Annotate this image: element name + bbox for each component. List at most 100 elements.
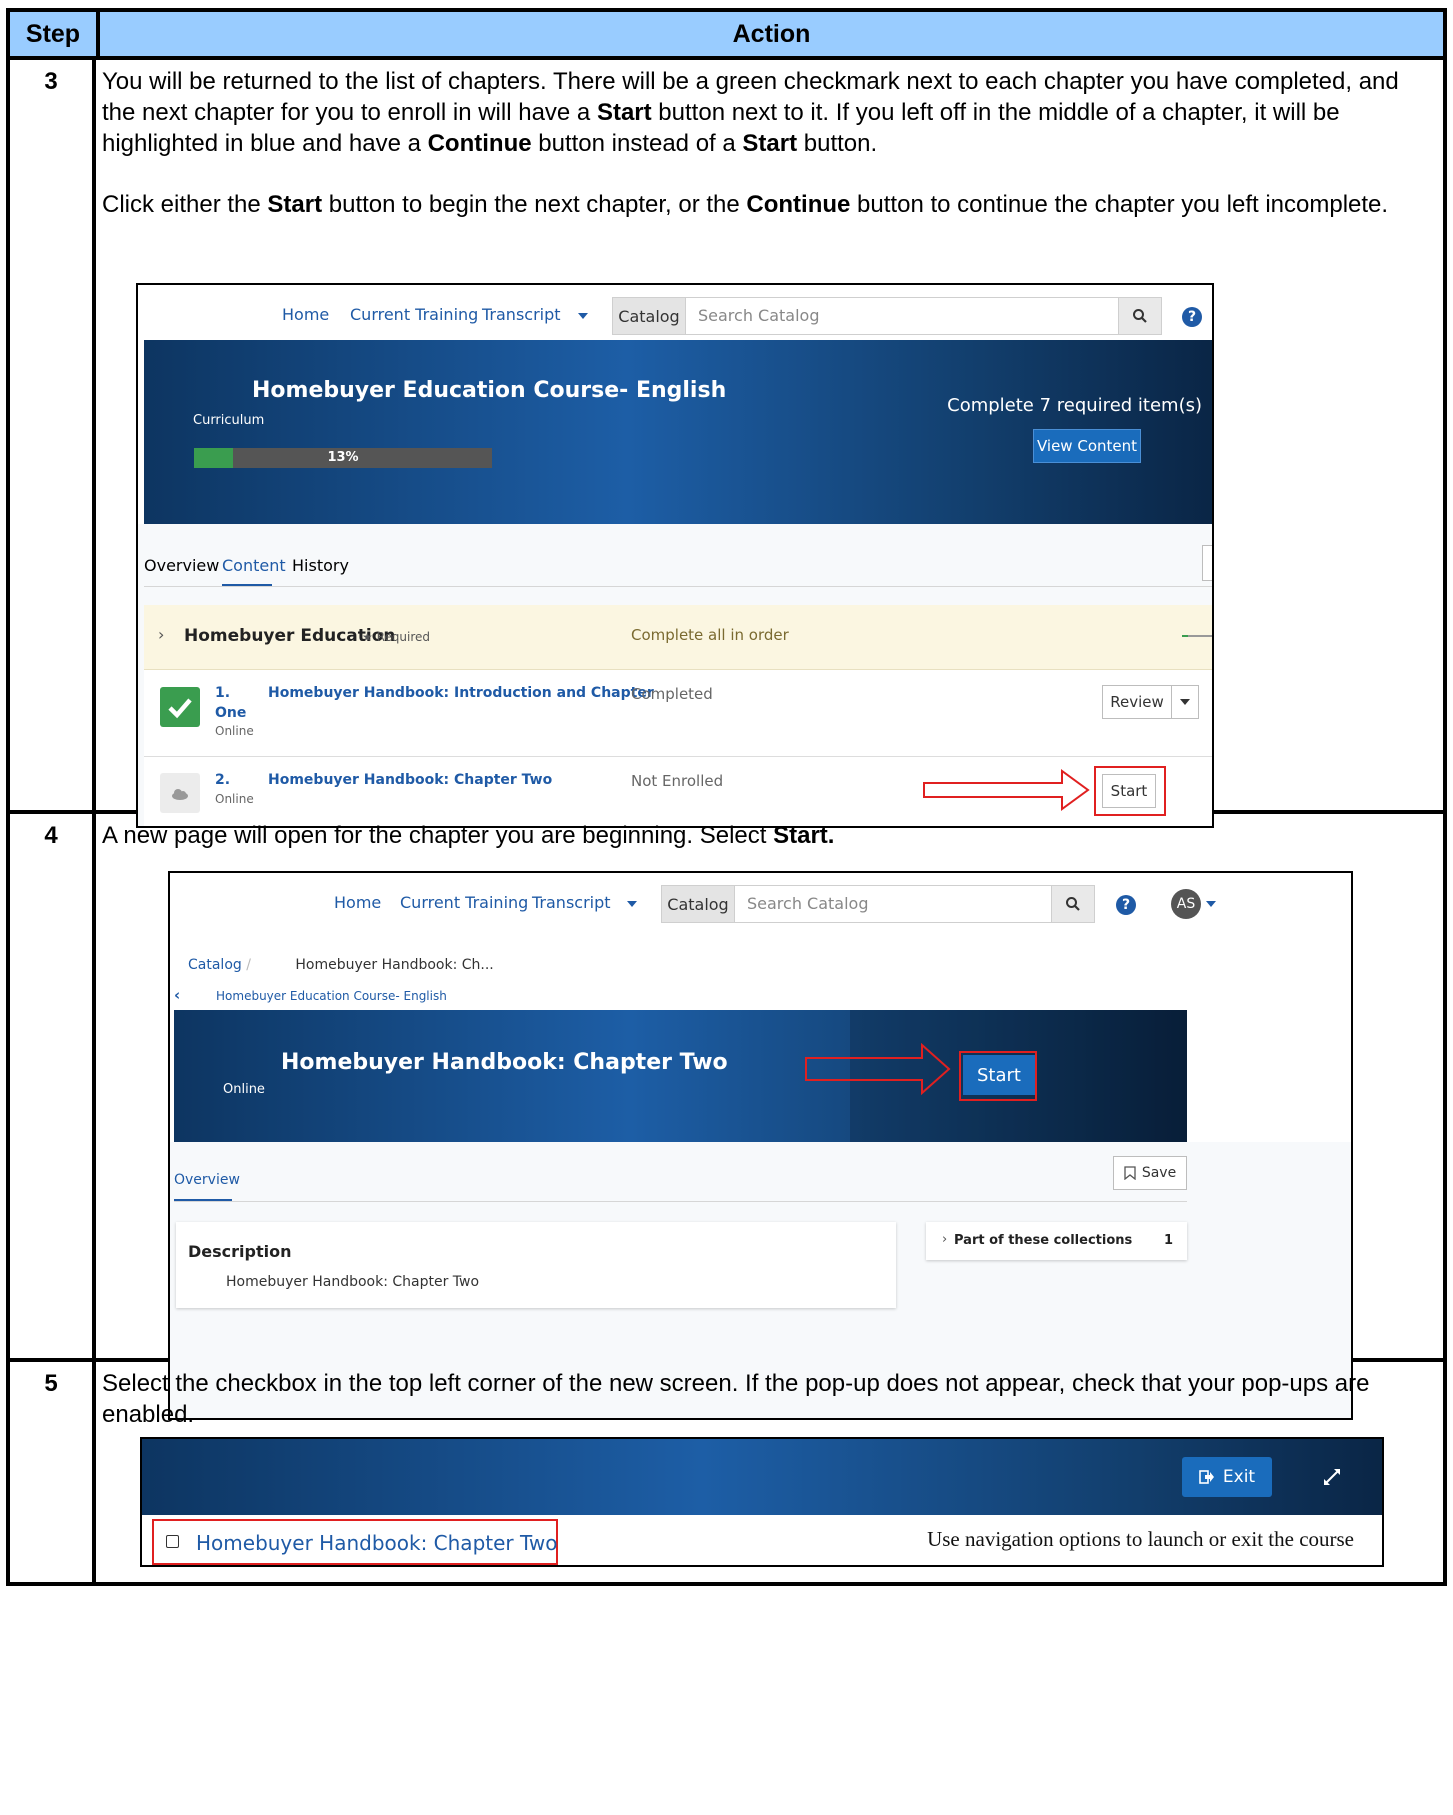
section-header-required[interactable]: › Homebuyer Education ★ Required Complet… [144, 605, 1212, 670]
progress-bar: 13% [194, 448, 492, 468]
table-header-row: Step Action [10, 12, 1443, 60]
step-number: 5 [10, 1362, 96, 1582]
search-button[interactable] [1118, 297, 1162, 335]
chevron-left-icon[interactable]: ‹ [174, 986, 180, 1004]
step-number: 3 [10, 60, 96, 810]
step-action: You will be returned to the list of chap… [96, 60, 1443, 828]
nav-current-training-link[interactable]: Current Training [400, 893, 528, 912]
step-text: A new page will open for the chapter you… [102, 822, 835, 849]
search-icon [1066, 897, 1080, 911]
list-item: 1. One Online Homebuyer Handbook: Introd… [144, 670, 1212, 757]
cloud-glyph [172, 789, 188, 800]
help-icon[interactable]: ? [1182, 307, 1202, 327]
tab-content[interactable]: Content [222, 556, 286, 575]
item-status: Completed [631, 685, 713, 703]
step-row-4: 4 A new page will open for the chapter y… [10, 814, 1443, 1420]
instruction-table: Step Action 3 You will be returned to th… [6, 8, 1447, 1586]
tab-history[interactable]: History [292, 556, 349, 575]
back-link-label[interactable]: Homebuyer Education Course- English [216, 989, 447, 1003]
course-checkbox[interactable] [166, 1535, 179, 1548]
search-icon [1133, 309, 1147, 323]
exit-button[interactable]: Exit [1182, 1457, 1272, 1497]
save-button[interactable]: Save [1113, 1156, 1187, 1190]
red-highlight-box [1094, 766, 1166, 816]
required-label: Required [376, 630, 431, 644]
step-text: You will be returned to the list of chap… [102, 68, 1399, 157]
catalog-button[interactable]: Catalog [661, 885, 735, 923]
review-button[interactable]: Review [1102, 685, 1172, 719]
tab-overview[interactable]: Overview [144, 556, 219, 575]
breadcrumb-catalog-link[interactable]: Catalog [188, 957, 242, 973]
step-text: Select the checkbox in the top left corn… [102, 1370, 1370, 1428]
step-text: Click either the Start button to begin t… [102, 191, 1389, 218]
item-title-link[interactable]: Homebuyer Handbook: Introduction and Cha… [268, 685, 654, 701]
item-type: Online [215, 724, 254, 738]
breadcrumb-current: Homebuyer Handbook: Ch... [295, 957, 494, 973]
catalog-button[interactable]: Catalog [612, 297, 686, 335]
partial-button[interactable] [1202, 545, 1212, 581]
save-label: Save [1141, 1165, 1177, 1181]
exit-icon [1199, 1470, 1214, 1484]
screenshot-course-player: Exit Homebuyer Handbook: Chapter Two Use… [140, 1437, 1384, 1567]
item-number: 1. [215, 685, 231, 701]
fullscreen-icon[interactable] [1322, 1467, 1342, 1487]
complete-required-text: Complete 7 required item(s) [947, 395, 1202, 416]
description-text: Homebuyer Handbook: Chapter Two [226, 1274, 480, 1290]
collections-label: Part of these collections [954, 1233, 1133, 1248]
header-action: Action [732, 19, 811, 48]
exit-label: Exit [1222, 1467, 1256, 1487]
search-button[interactable] [1051, 885, 1095, 923]
back-link[interactable]: ‹ Homebuyer Education Course- English [174, 986, 447, 1004]
description-heading: Description [188, 1242, 292, 1261]
progress-label: 13% [327, 450, 359, 465]
search-input[interactable]: Search Catalog [685, 297, 1119, 335]
tab-overview[interactable]: Overview [174, 1172, 240, 1188]
red-arrow-annotation [923, 769, 1090, 811]
chevron-down-icon [1180, 699, 1190, 705]
nav-current-training-link[interactable]: Current Training [350, 305, 478, 324]
red-arrow-annotation [805, 1043, 951, 1095]
chapter-banner: Homebuyer Handbook: Chapter Two Online S… [174, 1010, 1187, 1142]
course-banner: Homebuyer Education Course- English Curr… [144, 340, 1212, 524]
course-title-link[interactable]: Homebuyer Handbook: Chapter Two [196, 1531, 557, 1555]
item-title-continued[interactable]: One [215, 705, 246, 721]
nav-transcript-link[interactable]: Transcript [482, 305, 561, 324]
bookmark-icon [1124, 1166, 1136, 1180]
breadcrumb: Catalog / Homebuyer Handbook: Ch... [188, 957, 494, 973]
chevron-down-icon[interactable] [1206, 901, 1216, 907]
item-type: Online [215, 792, 254, 806]
screenshot-chapter-page: Home Current Training Transcript Catalog… [168, 871, 1353, 1420]
search-input[interactable]: Search Catalog [734, 885, 1052, 923]
chevron-down-icon[interactable] [627, 901, 637, 907]
divider [144, 586, 1212, 587]
required-badge: ★ Required [362, 630, 430, 644]
chevron-down-icon[interactable] [578, 313, 588, 319]
step-number: 4 [10, 814, 96, 1358]
step-row-5: 5 Select the checkbox in the top left co… [10, 1362, 1443, 1582]
player-header: Exit [142, 1439, 1382, 1515]
screenshot-course-content: Home Current Training Transcript Catalog… [136, 283, 1214, 828]
divider [174, 1201, 1187, 1202]
view-content-button[interactable]: View Content [1033, 429, 1141, 463]
item-number: 2. [215, 772, 231, 788]
course-title: Homebuyer Education Course- English [252, 378, 727, 403]
avatar[interactable]: AS [1171, 889, 1201, 919]
header-step: Step [10, 12, 100, 56]
collections-panel[interactable]: › Part of these collections 1 [926, 1222, 1187, 1260]
collections-count: 1 [1163, 1233, 1173, 1248]
help-icon[interactable]: ? [1116, 895, 1136, 915]
step-action: A new page will open for the chapter you… [96, 814, 1443, 1420]
nav-home-link[interactable]: Home [334, 893, 381, 912]
tab-bar: Overview Content History [144, 556, 1212, 587]
course-type: Curriculum [193, 413, 265, 428]
cloud-icon [160, 773, 200, 813]
review-dropdown-button[interactable] [1171, 685, 1199, 719]
chevron-right-icon[interactable]: › [942, 1232, 947, 1247]
item-title-link[interactable]: Homebuyer Handbook: Chapter Two [268, 772, 552, 788]
mini-progress-fill [1182, 635, 1188, 637]
nav-transcript-link[interactable]: Transcript [532, 893, 611, 912]
nav-home-link[interactable]: Home [282, 305, 329, 324]
chevron-right-icon[interactable]: › [158, 625, 164, 644]
step-action: Select the checkbox in the top left corn… [96, 1362, 1443, 1582]
red-highlight-box [959, 1051, 1037, 1101]
